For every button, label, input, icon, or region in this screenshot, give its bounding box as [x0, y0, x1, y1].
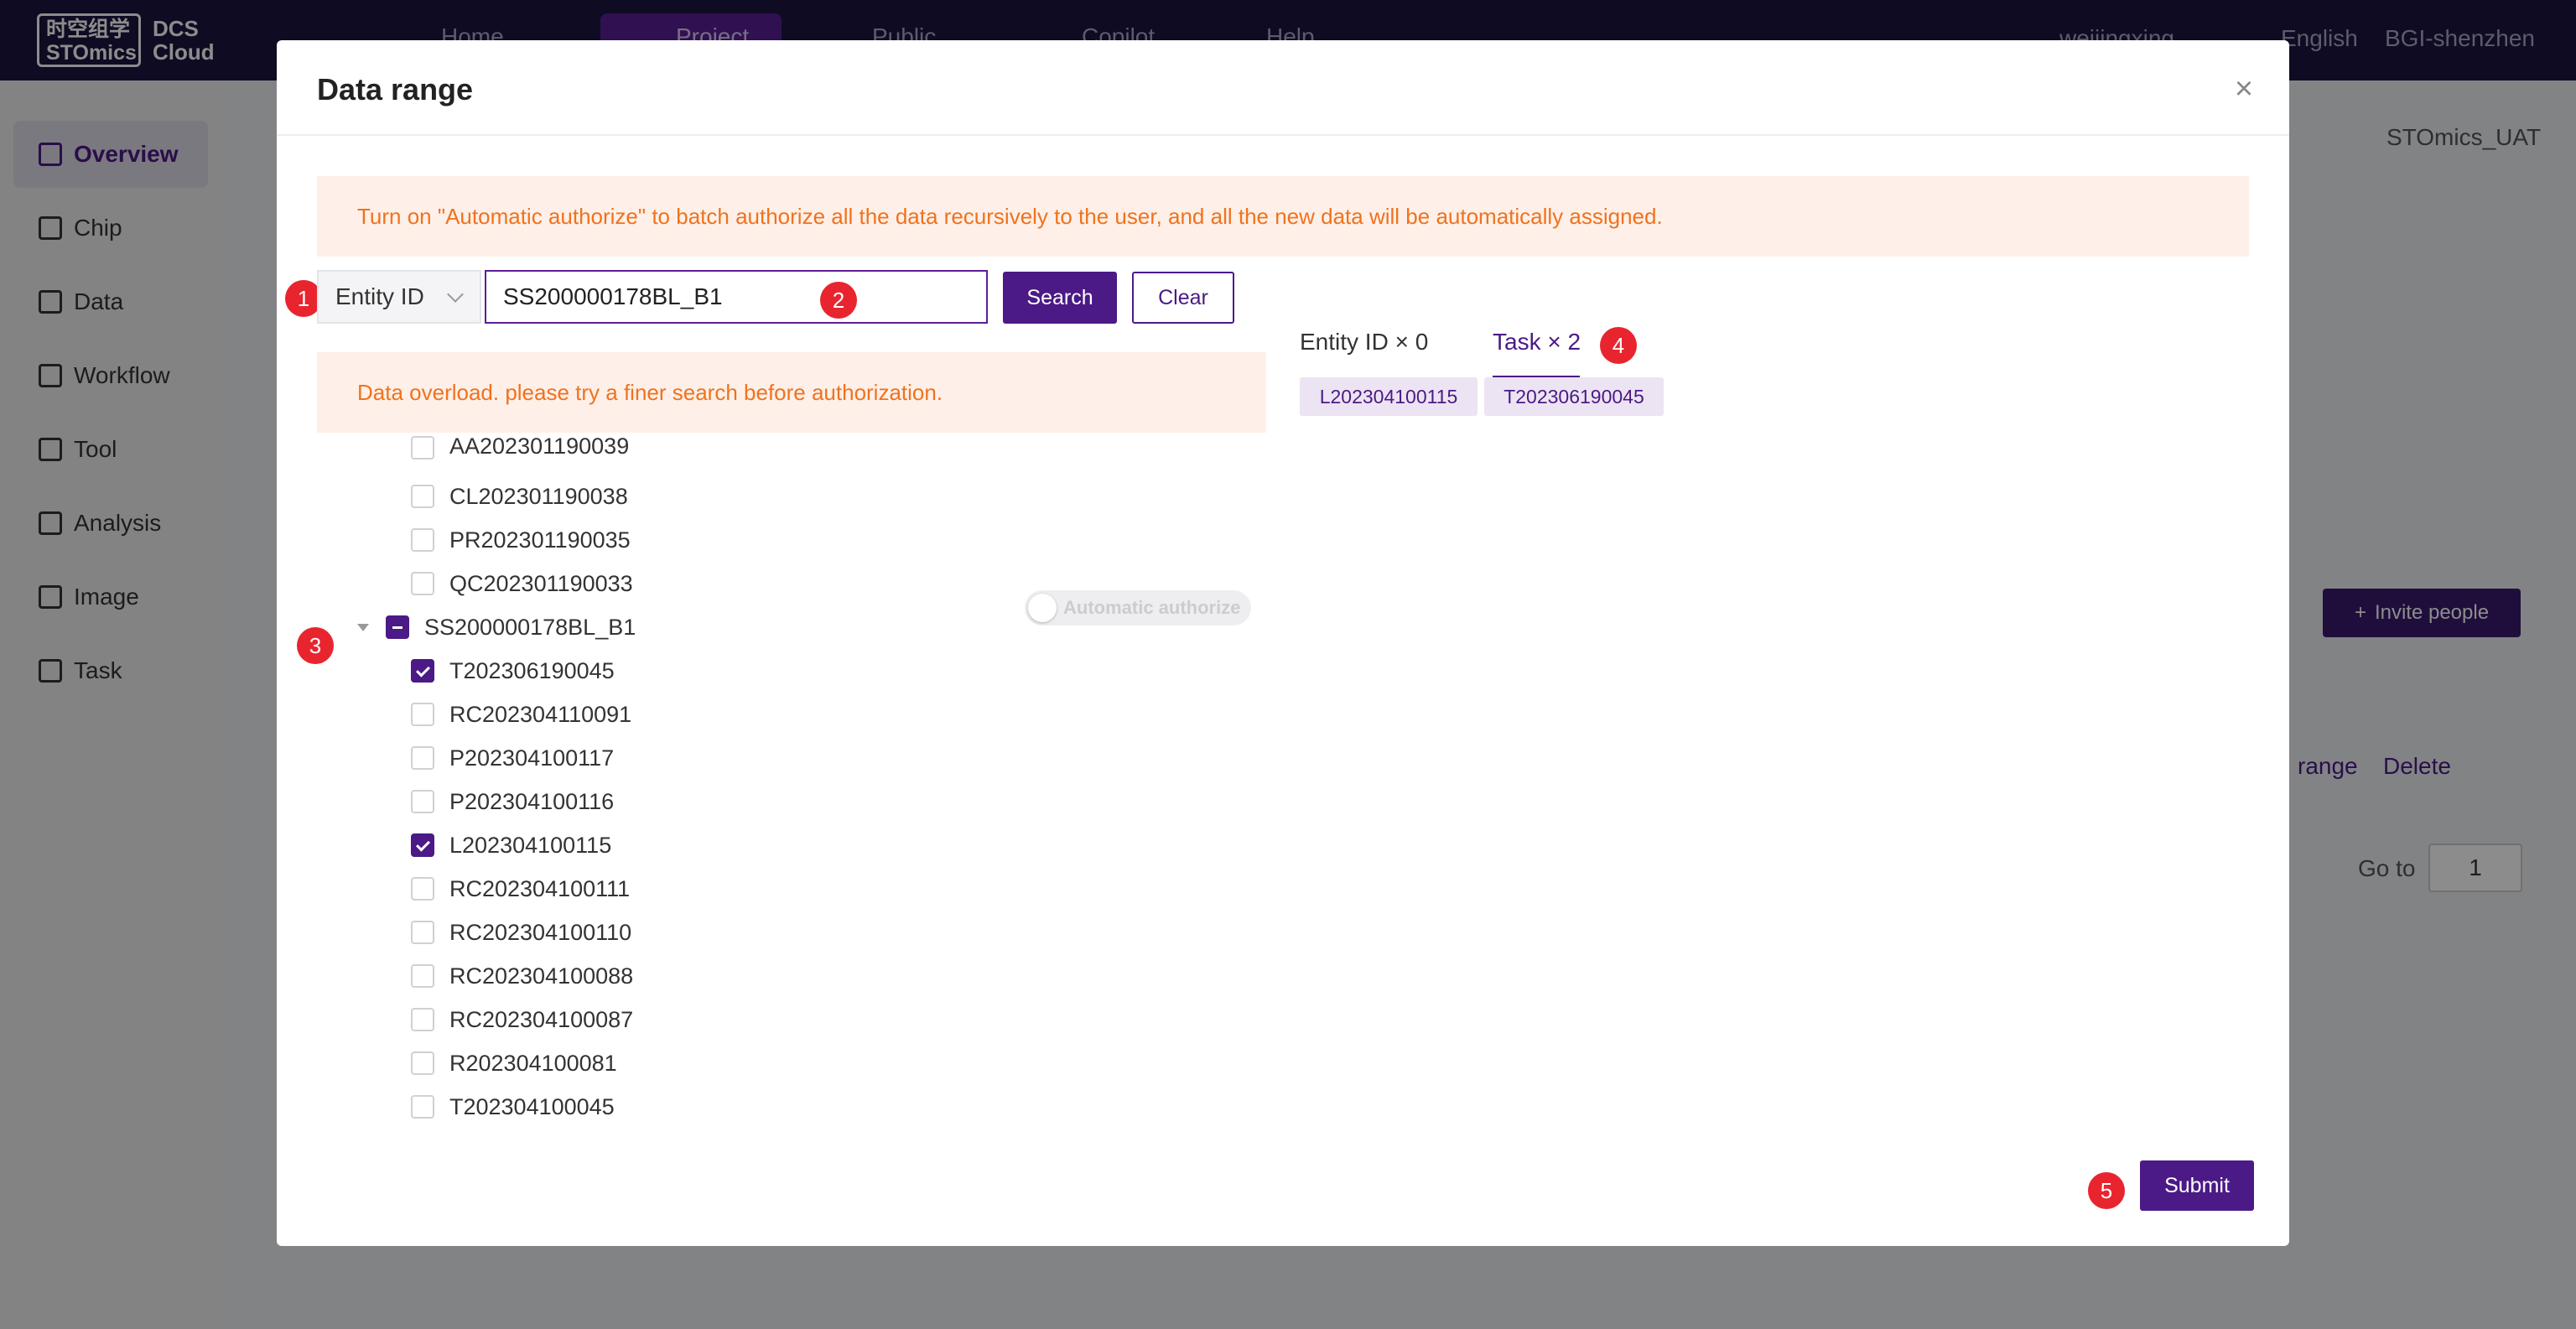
clear-button[interactable]: Clear — [1132, 272, 1234, 324]
selected-tag[interactable]: T202306190045 — [1484, 377, 1664, 416]
step-badge-3: 3 — [297, 627, 334, 664]
close-icon[interactable]: × — [2227, 72, 2261, 106]
tree-node-parent[interactable]: SS200000178BL_B1 — [357, 605, 636, 649]
tree-node-label: P202304100116 — [449, 788, 615, 814]
tree-node-label: L202304100115 — [449, 832, 612, 858]
tree-node-label: T202306190045 — [449, 657, 615, 683]
tree-node[interactable]: T202304100045 — [411, 1085, 615, 1129]
tree-node[interactable]: T202306190045 — [411, 649, 615, 693]
notice-text: Turn on "Automatic authorize" to batch a… — [357, 203, 1663, 229]
tree-node-label: R202304100081 — [449, 1050, 617, 1076]
tab-task[interactable]: Task × 2 — [1493, 329, 1581, 356]
tree-node[interactable]: RC202304100111 — [411, 867, 630, 911]
tree-node[interactable]: PR202301190035 — [411, 518, 631, 562]
tree-checkbox[interactable] — [411, 485, 434, 508]
tree-checkbox[interactable] — [386, 615, 409, 639]
data-overload-warning: Data overload. please try a finer search… — [317, 352, 1266, 433]
tree-node-label: T202304100045 — [449, 1093, 615, 1119]
tree-node[interactable]: RC202304100110 — [411, 911, 631, 954]
tree-checkbox[interactable] — [411, 1051, 434, 1075]
tree-node-label: PR202301190035 — [449, 527, 631, 553]
automatic-authorize-toggle[interactable]: Automatic authorize — [1025, 590, 1251, 626]
tree-checkbox[interactable] — [411, 964, 434, 988]
tree-node[interactable]: P202304100117 — [411, 736, 614, 780]
step-badge-2: 2 — [820, 282, 857, 319]
tree-node-label: CL202301190038 — [449, 483, 628, 509]
search-type-value: Entity ID — [335, 283, 424, 309]
tree-checkbox[interactable] — [411, 436, 434, 459]
tree-node-label: SS200000178BL_B1 — [424, 614, 636, 640]
tree-node-label: P202304100117 — [449, 745, 615, 771]
auto-authorize-notice: Turn on "Automatic authorize" to batch a… — [317, 176, 2249, 257]
tree-checkbox[interactable] — [411, 528, 434, 552]
chevron-down-icon — [447, 286, 464, 303]
selected-tag[interactable]: L202304100115 — [1300, 377, 1478, 416]
tree-checkbox[interactable] — [411, 1008, 434, 1031]
tree-checkbox[interactable] — [411, 1095, 434, 1119]
tree-checkbox[interactable] — [411, 877, 434, 901]
tree-node[interactable]: RC202304110091 — [411, 693, 631, 736]
tree-checkbox[interactable] — [411, 833, 434, 857]
tree-checkbox[interactable] — [411, 703, 434, 726]
step-badge-5: 5 — [2088, 1172, 2125, 1209]
tree-node-label: RC202304100111 — [449, 875, 631, 901]
tree-node[interactable]: R202304100081 — [411, 1041, 617, 1085]
modal-title: Data range — [317, 72, 474, 106]
tree-node-label: QC202301190033 — [449, 570, 633, 596]
tree-checkbox[interactable] — [411, 790, 434, 813]
tree-checkbox[interactable] — [411, 572, 434, 595]
caret-down-icon[interactable] — [357, 623, 369, 631]
submit-button[interactable]: Submit — [2140, 1160, 2254, 1211]
tree-node[interactable]: RC202304100088 — [411, 954, 633, 998]
tree-checkbox[interactable] — [411, 921, 434, 944]
tree-node-label: RC202304100110 — [449, 919, 632, 945]
search-input[interactable] — [485, 270, 988, 324]
tree-checkbox[interactable] — [411, 659, 434, 683]
toggle-knob — [1028, 594, 1057, 622]
toggle-label: Automatic authorize — [1063, 597, 1241, 618]
tree-checkbox[interactable] — [411, 746, 434, 770]
data-range-modal: Data range × Turn on "Automatic authoriz… — [277, 40, 2289, 1246]
tree-node-label: RC202304100087 — [449, 1006, 634, 1032]
tree-node[interactable]: QC202301190033 — [411, 562, 633, 605]
tree-node[interactable]: AA202301190039 — [411, 434, 629, 459]
tree-node-label: RC202304100088 — [449, 963, 634, 989]
search-type-select[interactable]: Entity ID — [317, 270, 481, 324]
tree-node-label: AA202301190039 — [449, 434, 630, 459]
tree-node[interactable]: P202304100116 — [411, 780, 614, 823]
tree-node-label: RC202304110091 — [449, 701, 632, 727]
tree-node[interactable]: RC202304100087 — [411, 998, 633, 1041]
tab-entity-id[interactable]: Entity ID × 0 — [1300, 329, 1428, 356]
overload-warning-text: Data overload. please try a finer search… — [357, 379, 943, 405]
modal-header: Data range × — [277, 40, 2289, 136]
step-badge-4: 4 — [1600, 327, 1637, 364]
search-button[interactable]: Search — [1003, 272, 1117, 324]
tree-node[interactable]: CL202301190038 — [411, 475, 628, 518]
tree-node[interactable]: L202304100115 — [411, 823, 611, 867]
